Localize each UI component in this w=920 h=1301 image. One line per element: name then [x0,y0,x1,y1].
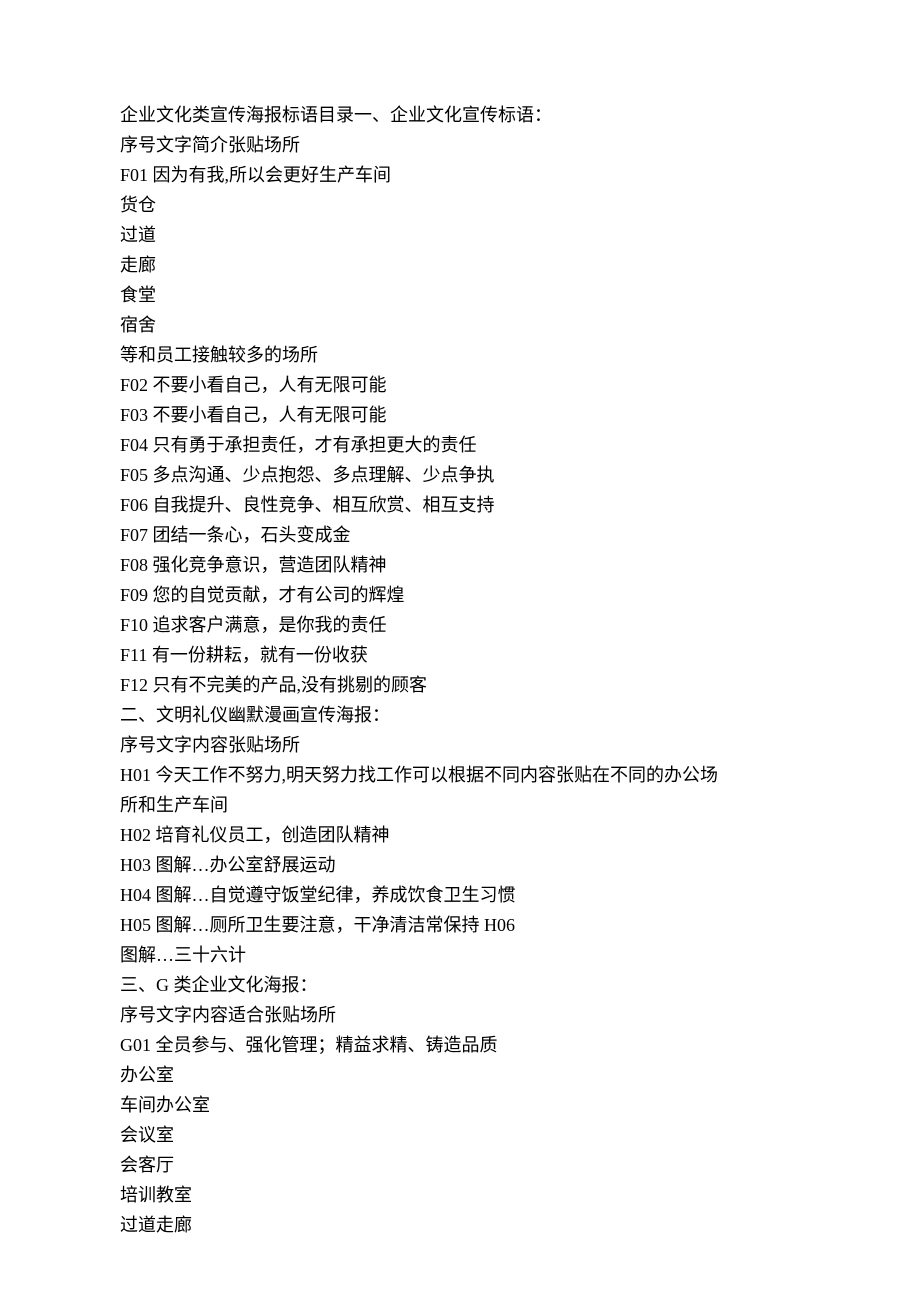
text-line: F11 有一份耕耘，就有一份收获 [120,640,800,670]
text-line: 会议室 [120,1120,800,1150]
text-line: H04 图解…自觉遵守饭堂纪律，养成饮食卫生习惯 [120,880,800,910]
text-line: 序号文字内容张贴场所 [120,730,800,760]
text-line: G01 全员参与、强化管理；精益求精、铸造品质 [120,1030,800,1060]
text-line: H02 培育礼仪员工，创造团队精神 [120,820,800,850]
document-page: 企业文化类宣传海报标语目录一、企业文化宣传标语： 序号文字简介张贴场所 F01 … [0,0,920,1300]
text-line: 货仓 [120,190,800,220]
text-line: 过道 [120,220,800,250]
text-line: 会客厅 [120,1150,800,1180]
text-line: H03 图解…办公室舒展运动 [120,850,800,880]
text-line: F08 强化竞争意识，营造团队精神 [120,550,800,580]
text-line: 序号文字简介张贴场所 [120,130,800,160]
text-line: 三、G 类企业文化海报： [120,970,800,1000]
text-line: F01 因为有我,所以会更好生产车间 [120,160,800,190]
text-line: 序号文字内容适合张贴场所 [120,1000,800,1030]
text-line: F03 不要小看自己，人有无限可能 [120,400,800,430]
text-line: 二、文明礼仪幽默漫画宣传海报： [120,700,800,730]
text-line: F02 不要小看自己，人有无限可能 [120,370,800,400]
text-line: 所和生产车间 [120,790,800,820]
text-line: 过道走廊 [120,1210,800,1240]
text-line: 图解…三十六计 [120,940,800,970]
text-line: F12 只有不完美的产品,没有挑剔的顾客 [120,670,800,700]
text-line: F04 只有勇于承担责任，才有承担更大的责任 [120,430,800,460]
text-line: 车间办公室 [120,1090,800,1120]
text-line: 宿舍 [120,310,800,340]
text-line: F09 您的自觉贡献，才有公司的辉煌 [120,580,800,610]
text-line: F10 追求客户满意，是你我的责任 [120,610,800,640]
text-line: 走廊 [120,250,800,280]
text-line: 企业文化类宣传海报标语目录一、企业文化宣传标语： [120,100,800,130]
text-line: 办公室 [120,1060,800,1090]
text-line: 食堂 [120,280,800,310]
text-line: H01 今天工作不努力,明天努力找工作可以根据不同内容张贴在不同的办公场 [120,760,800,790]
text-line: 培训教室 [120,1180,800,1210]
text-line: H05 图解…厕所卫生要注意，干净清洁常保持 H06 [120,910,800,940]
text-line: F05 多点沟通、少点抱怨、多点理解、少点争执 [120,460,800,490]
text-line: F06 自我提升、良性竞争、相互欣赏、相互支持 [120,490,800,520]
text-line: F07 团结一条心，石头变成金 [120,520,800,550]
text-line: 等和员工接触较多的场所 [120,340,800,370]
